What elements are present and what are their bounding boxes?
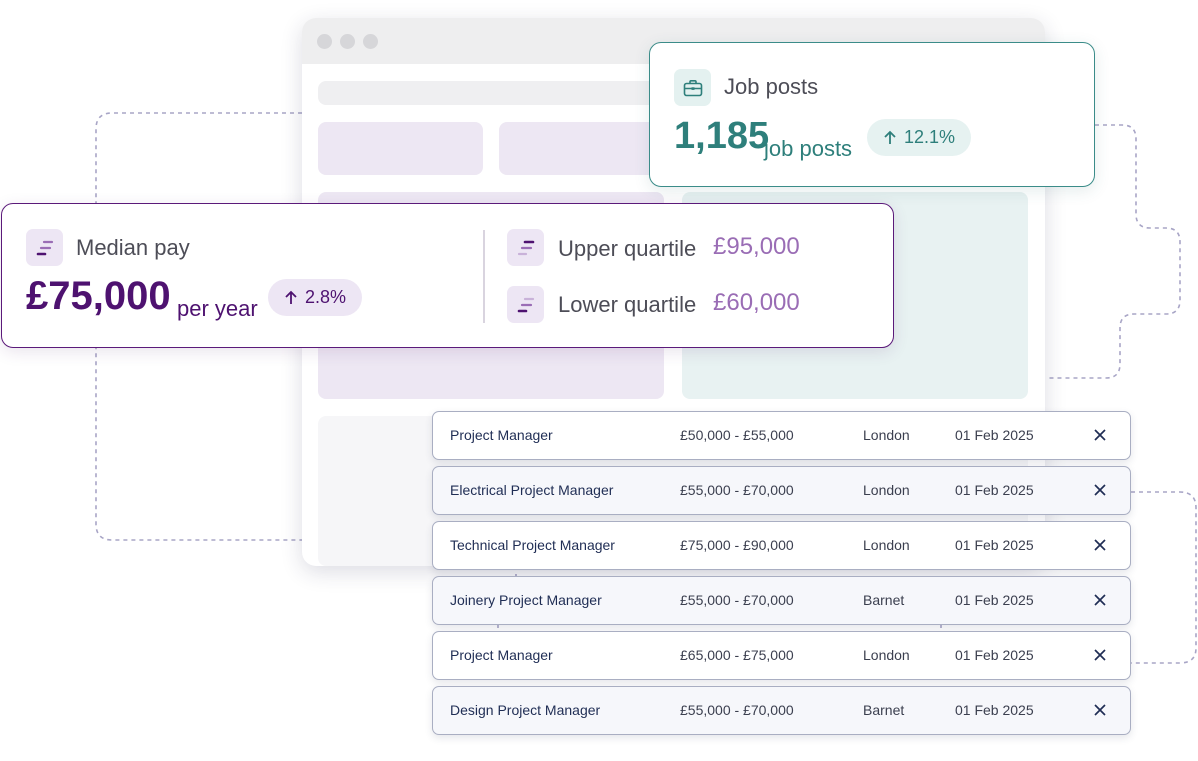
placeholder-tile bbox=[318, 122, 483, 175]
job-title: Electrical Project Manager bbox=[450, 482, 614, 498]
window-dot bbox=[317, 34, 332, 49]
table-row[interactable]: Electrical Project Manager £55,000 - £70… bbox=[432, 466, 1131, 515]
job-posts-change-badge: 12.1% bbox=[867, 119, 972, 156]
job-title: Technical Project Manager bbox=[450, 537, 615, 553]
table-row[interactable]: Technical Project Manager £75,000 - £90,… bbox=[432, 521, 1131, 570]
job-posts-title: Job posts bbox=[724, 74, 819, 99]
placeholder-bar bbox=[318, 81, 688, 105]
median-pay-change-value: 2.8% bbox=[305, 287, 347, 307]
bar-lines-icon bbox=[507, 229, 544, 266]
job-title: Project Manager bbox=[450, 647, 553, 663]
window-dot bbox=[340, 34, 355, 49]
close-icon[interactable] bbox=[1089, 424, 1111, 446]
table-row[interactable]: Design Project Manager £55,000 - £70,000… bbox=[432, 686, 1131, 735]
card-divider bbox=[483, 230, 485, 323]
arrow-up-icon bbox=[285, 290, 297, 304]
upper-quartile-value: £95,000 bbox=[713, 233, 800, 260]
job-location: Barnet bbox=[863, 702, 905, 718]
median-pay-card: Median pay £75,000 per year 2.8% Upper q… bbox=[1, 203, 894, 348]
lower-quartile-label: Lower quartile bbox=[558, 292, 697, 317]
job-date: 01 Feb 2025 bbox=[955, 592, 1034, 608]
job-title: Design Project Manager bbox=[450, 702, 601, 718]
briefcase-icon bbox=[674, 69, 711, 106]
table-row[interactable]: Project Manager £65,000 - £75,000 London… bbox=[432, 631, 1131, 680]
job-posts-card: Job posts 1,185 job posts 12.1% bbox=[649, 42, 1095, 187]
median-pay-change-badge: 2.8% bbox=[268, 279, 363, 316]
job-date: 01 Feb 2025 bbox=[955, 427, 1034, 443]
job-salary: £55,000 - £70,000 bbox=[680, 592, 794, 608]
job-salary: £55,000 - £70,000 bbox=[680, 482, 794, 498]
job-posts-change-value: 12.1% bbox=[904, 127, 956, 147]
placeholder-tile bbox=[499, 122, 664, 175]
window-dot bbox=[363, 34, 378, 49]
close-icon[interactable] bbox=[1089, 644, 1111, 666]
table-row[interactable]: Joinery Project Manager £55,000 - £70,00… bbox=[432, 576, 1131, 625]
job-salary: £65,000 - £75,000 bbox=[680, 647, 794, 663]
bar-lines-icon bbox=[507, 286, 544, 323]
job-title: Project Manager bbox=[450, 427, 553, 443]
bar-lines-icon bbox=[26, 229, 63, 266]
close-icon[interactable] bbox=[1089, 479, 1111, 501]
job-location: London bbox=[863, 427, 910, 443]
job-location: London bbox=[863, 647, 910, 663]
arrow-up-icon bbox=[884, 130, 896, 144]
job-title: Joinery Project Manager bbox=[450, 592, 602, 608]
job-date: 01 Feb 2025 bbox=[955, 537, 1034, 553]
job-location: London bbox=[863, 482, 910, 498]
job-location: London bbox=[863, 537, 910, 553]
table-row[interactable]: Project Manager £50,000 - £55,000 London… bbox=[432, 411, 1131, 460]
job-posts-count: 1,185 bbox=[674, 115, 770, 157]
job-date: 01 Feb 2025 bbox=[955, 702, 1034, 718]
close-icon[interactable] bbox=[1089, 589, 1111, 611]
job-salary: £75,000 - £90,000 bbox=[680, 537, 794, 553]
median-pay-unit: per year bbox=[177, 296, 258, 321]
close-icon[interactable] bbox=[1089, 699, 1111, 721]
job-posts-unit: job posts bbox=[764, 136, 853, 161]
lower-quartile-value: £60,000 bbox=[713, 289, 800, 316]
job-salary: £50,000 - £55,000 bbox=[680, 427, 794, 443]
job-location: Barnet bbox=[863, 592, 905, 608]
upper-quartile-label: Upper quartile bbox=[558, 236, 697, 261]
job-date: 01 Feb 2025 bbox=[955, 647, 1034, 663]
close-icon[interactable] bbox=[1089, 534, 1111, 556]
median-pay-value: £75,000 bbox=[26, 274, 171, 318]
illustration-stage: Job posts 1,185 job posts 12.1% Median p… bbox=[0, 0, 1198, 761]
job-salary: £55,000 - £70,000 bbox=[680, 702, 794, 718]
job-date: 01 Feb 2025 bbox=[955, 482, 1034, 498]
median-pay-title: Median pay bbox=[76, 235, 190, 260]
